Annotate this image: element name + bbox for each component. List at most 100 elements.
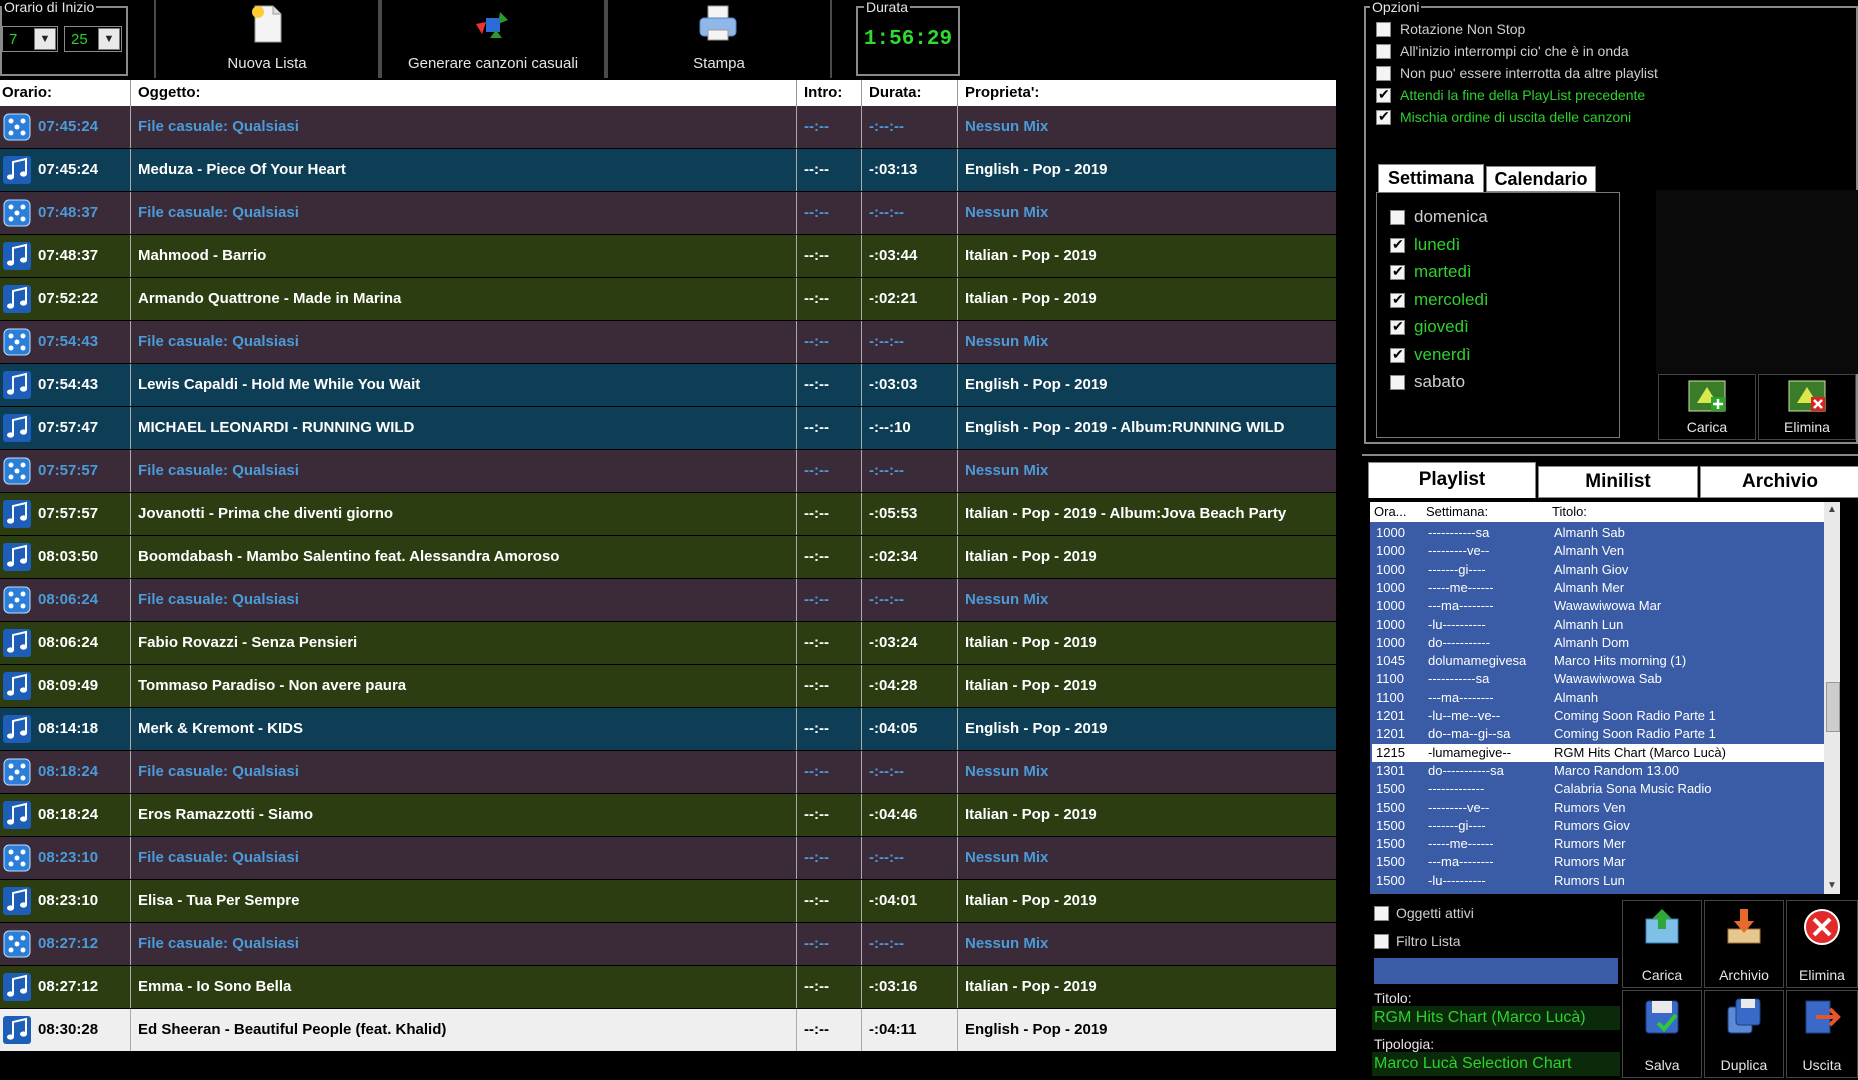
playlist-row[interactable]: 1000 ---------ve-- Almanh Ven (1372, 542, 1828, 560)
playlist-title: Almanh Ven (1554, 543, 1625, 559)
playlist-row[interactable]: 1000 -------gi---- Almanh Giov (1372, 561, 1828, 579)
chevron-down-icon[interactable]: ▼ (98, 28, 120, 50)
options-legend: Opzioni (1370, 0, 1422, 15)
music-note-icon (3, 801, 31, 829)
playlist-duplicate-button[interactable]: Duplica (1704, 990, 1784, 1078)
table-row[interactable]: 08:23:10 File casuale: Qualsiasi --:-- -:--… (0, 837, 1336, 880)
day-checkbox[interactable] (1390, 346, 1405, 363)
start-minute-spinner[interactable]: 25 ▼ (64, 26, 122, 52)
playlist-row[interactable]: 1500 -------gi---- Rumors Giov (1372, 817, 1828, 835)
option-checkbox[interactable] (1376, 44, 1391, 59)
column-divider (957, 536, 958, 578)
cell-intro: --:-- (804, 161, 829, 178)
cell-duration: -:04:01 (869, 892, 918, 909)
cell-intro: --:-- (804, 376, 829, 393)
playlist-row[interactable]: 1500 ---ma-------- Rumors Mar (1372, 853, 1828, 871)
playlist-save-button[interactable]: Salva (1622, 990, 1702, 1078)
new-list-button[interactable]: Nuova Lista (154, 0, 380, 78)
schedule-delete-button[interactable]: Elimina (1758, 374, 1856, 440)
table-row[interactable]: 08:03:50 Boomdabash - Mambo Salentino fea… (0, 536, 1336, 579)
table-row[interactable]: 08:06:24 Fabio Rovazzi - Senza Pensieri --… (0, 622, 1336, 665)
column-divider (861, 837, 862, 879)
tab-minilist[interactable]: Minilist (1538, 466, 1698, 498)
tab-calendar[interactable]: Calendario (1486, 166, 1596, 192)
tab-archive[interactable]: Archivio (1700, 466, 1858, 498)
table-row[interactable]: 08:30:28 Ed Sheeran - Beautiful People (f… (0, 1009, 1336, 1052)
table-row[interactable]: 07:48:37 File casuale: Qualsiasi --:-- -:--… (0, 192, 1336, 235)
table-row[interactable]: 07:54:43 Lewis Capaldi - Hold Me While Yo… (0, 364, 1336, 407)
playlist-row[interactable]: 1000 -----me------ Almanh Mer (1372, 579, 1828, 597)
table-row[interactable]: 07:52:22 Armando Quattrone - Made in Mari… (0, 278, 1336, 321)
table-row[interactable]: 07:45:24 Meduza - Piece Of Your Heart --:-… (0, 149, 1336, 192)
table-row[interactable]: 08:23:10 Elisa - Tua Per Sempre --:-- -:04:… (0, 880, 1336, 923)
option-checkbox[interactable] (1376, 22, 1391, 37)
table-row[interactable]: 08:06:24 File casuale: Qualsiasi --:-- -:--… (0, 579, 1336, 622)
column-divider (796, 278, 797, 320)
tab-week[interactable]: Settimana (1378, 164, 1484, 192)
filter-list-checkbox[interactable] (1374, 934, 1389, 949)
column-divider (957, 579, 958, 621)
scroll-down-icon[interactable]: ▼ (1826, 880, 1838, 892)
day-checkbox[interactable] (1390, 318, 1405, 335)
playlist-row[interactable]: 1215 -lumamegive-- RGM Hits Chart (Marco L… (1372, 743, 1828, 762)
playlist-row[interactable]: 1100 ---ma-------- Almanh (1372, 689, 1828, 707)
table-row[interactable]: 08:14:18 Merk & Kremont - KIDS --:-- -:04:0… (0, 708, 1336, 751)
playlist-row[interactable]: 1045 dolumamegivesa Marco Hits morning (1) (1372, 652, 1828, 670)
playlist-row[interactable]: 1000 -----------sa Almanh Sab (1372, 524, 1828, 542)
playlist-row[interactable]: 1301 do-----------sa Marco Random 13.00 (1372, 762, 1828, 780)
playlist-row[interactable]: 1500 -lu---------- Rumors Lun (1372, 872, 1828, 890)
shuffle-icon (476, 12, 508, 38)
table-row[interactable]: 08:09:49 Tommaso Paradiso - Non avere pau… (0, 665, 1336, 708)
table-row[interactable]: 08:18:24 File casuale: Qualsiasi --:-- -:--… (0, 751, 1336, 794)
table-row[interactable]: 07:45:24 File casuale: Qualsiasi --:-- -:--… (0, 106, 1336, 149)
playlist-scrollbar[interactable]: ▲ ▼ (1824, 502, 1840, 894)
scroll-thumb[interactable] (1826, 682, 1840, 732)
playlist-row[interactable]: 1000 do----------- Almanh Dom (1372, 634, 1828, 652)
cell-object: Eros Ramazzotti - Siamo (138, 806, 314, 823)
dice-icon (3, 758, 31, 786)
active-objects-checkbox[interactable] (1374, 906, 1389, 921)
playlist-row[interactable]: 1100 -----------sa Wawawiwowa Sab (1372, 670, 1828, 688)
column-divider (796, 364, 797, 406)
table-row[interactable]: 08:18:24 Eros Ramazzotti - Siamo --:-- -:04… (0, 794, 1336, 837)
start-hour-spinner[interactable]: 7 ▼ (2, 26, 58, 52)
start-minute-value: 25 (71, 31, 88, 48)
playlist-row[interactable]: 1500 ---------ve-- Rumors Ven (1372, 799, 1828, 817)
playlist-row[interactable]: 1500 ------------- Calabria Sona Music Rad… (1372, 780, 1828, 798)
playlist-row[interactable]: 1000 ---ma-------- Wawawiwowa Mar (1372, 597, 1828, 615)
option-checkbox[interactable] (1376, 108, 1391, 125)
playlist-archive-button[interactable]: Archivio (1704, 900, 1784, 988)
exit-button[interactable]: Uscita (1786, 990, 1858, 1078)
day-checkbox[interactable] (1390, 210, 1405, 225)
table-row[interactable]: 07:57:47 MICHAEL LEONARDI - RUNNING WILD -… (0, 407, 1336, 450)
playlist-row[interactable]: 1201 -lu--me--ve-- Coming Soon Radio Parte… (1372, 707, 1828, 725)
table-row[interactable]: 08:27:12 File casuale: Qualsiasi --:-- -:--… (0, 923, 1336, 966)
chevron-down-icon[interactable]: ▼ (34, 28, 56, 50)
playlist-load-button[interactable]: Carica (1622, 900, 1702, 988)
scroll-up-icon[interactable]: ▲ (1826, 504, 1838, 516)
day-checkbox[interactable] (1390, 375, 1405, 390)
day-checkbox[interactable] (1390, 291, 1405, 308)
print-button[interactable]: Stampa (606, 0, 832, 78)
random-songs-button[interactable]: Generare canzoni casuali (380, 0, 606, 78)
table-row[interactable]: 07:48:37 Mahmood - Barrio --:-- -:03:44 Ital… (0, 235, 1336, 278)
schedule-load-button[interactable]: Carica (1658, 374, 1756, 440)
option-checkbox[interactable] (1376, 66, 1391, 81)
table-row[interactable]: 07:57:57 Jovanotti - Prima che diventi gi… (0, 493, 1336, 536)
day-checkbox[interactable] (1390, 263, 1405, 280)
type-value[interactable]: Marco Lucà Selection Chart (1372, 1052, 1620, 1076)
day-checkbox[interactable] (1390, 236, 1405, 253)
playlist-row[interactable]: 1000 -lu---------- Almanh Lun (1372, 616, 1828, 634)
cell-property: Italian - Pop - 2019 (965, 290, 1097, 307)
table-row[interactable]: 07:57:57 File casuale: Qualsiasi --:-- -:--… (0, 450, 1336, 493)
playlist-row[interactable]: 1201 do--ma--gi--sa Coming Soon Radio Part… (1372, 725, 1828, 743)
table-row[interactable]: 08:27:12 Emma - Io Sono Bella --:-- -:03:16… (0, 966, 1336, 1009)
filter-input[interactable] (1374, 958, 1618, 984)
playlist-delete-button[interactable]: Elimina (1786, 900, 1858, 988)
column-divider (957, 665, 958, 707)
playlist-row[interactable]: 1500 -----me------ Rumors Mer (1372, 835, 1828, 853)
table-row[interactable]: 07:54:43 File casuale: Qualsiasi --:-- -:--… (0, 321, 1336, 364)
tab-playlist[interactable]: Playlist (1368, 462, 1536, 498)
option-checkbox[interactable] (1376, 86, 1391, 103)
title-value[interactable]: RGM Hits Chart (Marco Lucà) (1372, 1006, 1620, 1030)
